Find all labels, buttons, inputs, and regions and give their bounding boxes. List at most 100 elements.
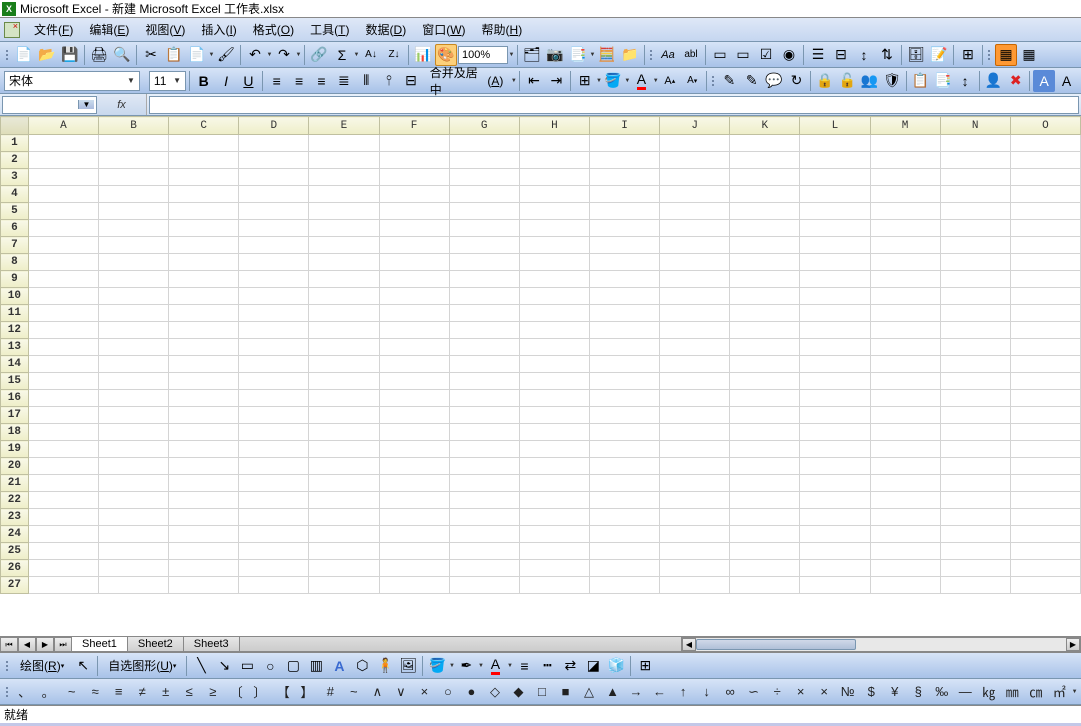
cell-F5[interactable] — [379, 203, 449, 220]
col-header-N[interactable]: N — [940, 117, 1010, 135]
hscroll-left[interactable]: ◀ — [682, 638, 696, 651]
increase-indent-button[interactable]: ⇥ — [546, 70, 567, 92]
groupbox-button[interactable]: ▭ — [709, 44, 731, 66]
cell-H6[interactable] — [519, 220, 589, 237]
cell-F16[interactable] — [379, 390, 449, 407]
cell-K3[interactable] — [730, 169, 800, 186]
cell-O17[interactable] — [1010, 407, 1080, 424]
cell-B13[interactable] — [98, 339, 168, 356]
cell-E10[interactable] — [309, 288, 379, 305]
cell-E7[interactable] — [309, 237, 379, 254]
row-header-12[interactable]: 12 — [1, 322, 29, 339]
cell-A22[interactable] — [28, 492, 98, 509]
cell-E5[interactable] — [309, 203, 379, 220]
cell-N2[interactable] — [940, 152, 1010, 169]
cell-A11[interactable] — [28, 305, 98, 322]
cell-A13[interactable] — [28, 339, 98, 356]
cell-L4[interactable] — [800, 186, 870, 203]
cell-B25[interactable] — [98, 543, 168, 560]
row-header-13[interactable]: 13 — [1, 339, 29, 356]
cell-C26[interactable] — [169, 560, 239, 577]
symbol-41[interactable]: ㎏ — [978, 682, 1000, 702]
cell-I1[interactable] — [589, 135, 659, 152]
select-all-corner[interactable] — [1, 117, 29, 135]
symbol-16[interactable]: ∨ — [390, 682, 412, 702]
chart-wizard-button[interactable]: 📊 — [412, 44, 434, 66]
cell-I22[interactable] — [589, 492, 659, 509]
cell-C12[interactable] — [169, 322, 239, 339]
toolbar-grip-2[interactable] — [648, 45, 654, 65]
align-left-button[interactable]: ≡ — [266, 70, 287, 92]
cell-G27[interactable] — [449, 577, 519, 594]
row-header-4[interactable]: 4 — [1, 186, 29, 203]
cell-H19[interactable] — [519, 441, 589, 458]
col-header-K[interactable]: K — [730, 117, 800, 135]
symbol-17[interactable]: × — [414, 682, 436, 702]
cell-D19[interactable] — [239, 441, 309, 458]
row-header-26[interactable]: 26 — [1, 560, 29, 577]
cell-K4[interactable] — [730, 186, 800, 203]
fontcolor-dropdown[interactable]: ▼ — [653, 70, 658, 92]
cell-K6[interactable] — [730, 220, 800, 237]
cell-O18[interactable] — [1010, 424, 1080, 441]
cell-M14[interactable] — [870, 356, 940, 373]
cell-J3[interactable] — [660, 169, 730, 186]
cell-D14[interactable] — [239, 356, 309, 373]
cell-L24[interactable] — [800, 526, 870, 543]
cell-B8[interactable] — [98, 254, 168, 271]
review-button-1[interactable]: ✎ — [719, 70, 740, 92]
menu-file[interactable]: 文件(F) — [26, 19, 81, 40]
cell-I16[interactable] — [589, 390, 659, 407]
cell-L14[interactable] — [800, 356, 870, 373]
cell-G9[interactable] — [449, 271, 519, 288]
cell-A8[interactable] — [28, 254, 98, 271]
cell-M12[interactable] — [870, 322, 940, 339]
cell-C1[interactable] — [169, 135, 239, 152]
cell-D15[interactable] — [239, 373, 309, 390]
cell-A1[interactable] — [28, 135, 98, 152]
cell-B12[interactable] — [98, 322, 168, 339]
style-a2-button[interactable]: A — [1056, 70, 1077, 92]
cell-N1[interactable] — [940, 135, 1010, 152]
cell-A9[interactable] — [28, 271, 98, 288]
cell-A27[interactable] — [28, 577, 98, 594]
cell-L13[interactable] — [800, 339, 870, 356]
cell-H7[interactable] — [519, 237, 589, 254]
cell-D7[interactable] — [239, 237, 309, 254]
cell-G21[interactable] — [449, 475, 519, 492]
row-header-8[interactable]: 8 — [1, 254, 29, 271]
highlight-button[interactable]: ▦ — [995, 44, 1017, 66]
menu-help[interactable]: 帮助(H) — [474, 19, 531, 40]
cell-A21[interactable] — [28, 475, 98, 492]
cell-D18[interactable] — [239, 424, 309, 441]
cell-B26[interactable] — [98, 560, 168, 577]
hscroll-thumb[interactable] — [696, 639, 856, 650]
zoom-combo[interactable]: 100% — [458, 46, 508, 64]
cell-G12[interactable] — [449, 322, 519, 339]
clipart-button[interactable]: 🧍 — [374, 655, 396, 677]
cell-D11[interactable] — [239, 305, 309, 322]
cell-O16[interactable] — [1010, 390, 1080, 407]
cell-O6[interactable] — [1010, 220, 1080, 237]
cell-B9[interactable] — [98, 271, 168, 288]
cell-F9[interactable] — [379, 271, 449, 288]
new-button[interactable]: 📄 — [13, 44, 35, 66]
cell-L6[interactable] — [800, 220, 870, 237]
cell-N8[interactable] — [940, 254, 1010, 271]
cell-F23[interactable] — [379, 509, 449, 526]
bold-button[interactable]: B — [193, 70, 214, 92]
cell-M6[interactable] — [870, 220, 940, 237]
drawing-toggle-button[interactable]: 🎨 — [435, 44, 457, 66]
symbol-20[interactable]: ◇ — [484, 682, 506, 702]
symbol-10[interactable]: 〕 — [249, 682, 271, 702]
cell-O11[interactable] — [1010, 305, 1080, 322]
cell-B6[interactable] — [98, 220, 168, 237]
format-painter-button[interactable]: 🖌 — [215, 44, 237, 66]
misc-button-4[interactable]: 📁 — [619, 44, 641, 66]
dash-style-button[interactable]: ┅ — [536, 655, 558, 677]
cell-I23[interactable] — [589, 509, 659, 526]
cell-C24[interactable] — [169, 526, 239, 543]
cell-O26[interactable] — [1010, 560, 1080, 577]
symbol-4[interactable]: ≡ — [108, 682, 130, 702]
cell-C18[interactable] — [169, 424, 239, 441]
